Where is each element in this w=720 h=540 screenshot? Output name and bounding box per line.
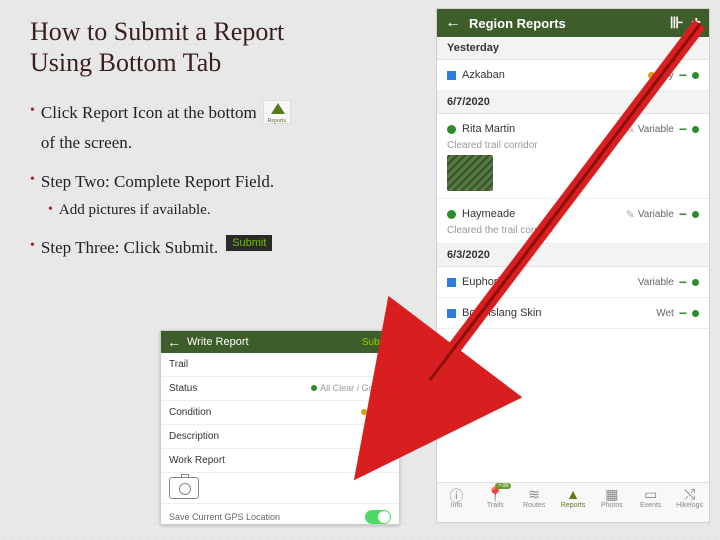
tab-trails[interactable]: +38📍Trails xyxy=(476,483,515,522)
title-line2: Using Bottom Tab xyxy=(30,48,221,77)
report-item-boomslang[interactable]: Boomslang Skin Wet− xyxy=(437,298,709,329)
chevron-right-icon: › xyxy=(388,407,391,418)
step-one: • Click Report Icon at the bottom Report… xyxy=(30,100,420,155)
status-dot-icon xyxy=(692,310,699,317)
submit-button[interactable]: Submit xyxy=(362,337,393,348)
gps-toggle-row: Save Current GPS Location xyxy=(161,504,399,530)
route-icon: ≋ xyxy=(515,486,554,502)
minus-icon: − xyxy=(679,305,687,321)
report-photo-thumb[interactable] xyxy=(447,155,493,191)
status-dot-icon xyxy=(692,279,699,286)
add-icon[interactable]: + xyxy=(692,14,701,32)
region-header: ← Region Reports ⊪ + xyxy=(437,9,709,37)
bullet-icon: • xyxy=(30,169,35,191)
region-reports-screenshot: ← Region Reports ⊪ + Yesterday Azkaban D… xyxy=(436,8,710,523)
info-icon: ⓘ xyxy=(437,486,476,502)
reports-icon: ▲ xyxy=(554,486,593,502)
status-dot-icon xyxy=(648,72,655,79)
tab-routes[interactable]: ≋Routes xyxy=(515,483,554,522)
write-report-screenshot: ← Write Report Submit Trail › Status All… xyxy=(160,330,400,525)
title-line1: How to Submit a Report xyxy=(30,17,284,46)
brush-icon: ✎ xyxy=(626,208,635,221)
write-report-header: ← Write Report Submit xyxy=(161,331,399,353)
report-item-azkaban[interactable]: Azkaban Dry− xyxy=(437,60,709,91)
badge: +38 xyxy=(495,483,511,489)
bottom-tab-bar: ⓘInfo +38📍Trails ≋Routes ▲Reports ▦Photo… xyxy=(437,482,709,522)
step-three-text: Step Three: Click Submit. xyxy=(41,235,218,261)
tab-info[interactable]: ⓘInfo xyxy=(437,483,476,522)
tab-photos[interactable]: ▦Photos xyxy=(592,483,631,522)
trail-marker-icon xyxy=(447,210,456,219)
report-note: Cleared the trail corridor xyxy=(447,225,699,236)
report-item-rita[interactable]: Rita Martin ✎Variable− Cleared trail cor… xyxy=(437,114,709,199)
minus-icon: − xyxy=(679,206,687,222)
report-item-euphoria[interactable]: Euphoria Variable− xyxy=(437,267,709,298)
chevron-right-icon: › xyxy=(388,359,391,370)
bullet-icon: • xyxy=(48,199,53,221)
field-work-report[interactable]: Work Report No› xyxy=(161,449,399,473)
minus-icon: − xyxy=(679,67,687,83)
brush-icon: ✎ xyxy=(626,123,635,136)
camera-icon[interactable] xyxy=(169,477,199,499)
settings-sliders-icon[interactable]: ⊪ xyxy=(670,13,684,33)
tab-events[interactable]: ▭Events xyxy=(631,483,670,522)
section-date1: 6/7/2020 xyxy=(437,91,709,114)
section-date2: 6/3/2020 xyxy=(437,244,709,267)
calendar-icon: ▭ xyxy=(631,486,670,502)
tab-reports[interactable]: ▲Reports xyxy=(554,483,593,522)
write-report-title: Write Report xyxy=(187,336,362,348)
minus-icon: − xyxy=(679,274,687,290)
step-two-sub: Add pictures if available. xyxy=(59,199,211,222)
section-yesterday: Yesterday xyxy=(437,37,709,60)
status-dot-icon xyxy=(692,211,699,218)
region-title: Region Reports xyxy=(469,16,662,31)
step-two: • Step Two: Complete Report Field. • Add… xyxy=(30,169,420,221)
bullet-icon: • xyxy=(30,235,35,257)
back-arrow-icon[interactable]: ← xyxy=(445,14,461,32)
step-three: • Step Three: Click Submit. Submit xyxy=(30,235,420,261)
report-note: Cleared trail corridor xyxy=(447,140,699,151)
field-condition[interactable]: Condition Dry› xyxy=(161,401,399,425)
status-dot-icon xyxy=(692,126,699,133)
report-item-haymeade[interactable]: Haymeade ✎Variable− Cleared the trail co… xyxy=(437,199,709,244)
field-status[interactable]: Status All Clear / Good› xyxy=(161,377,399,401)
field-trail[interactable]: Trail › xyxy=(161,353,399,377)
chevron-right-icon: › xyxy=(388,431,391,442)
submit-chip: Submit xyxy=(226,235,272,251)
gps-toggle[interactable] xyxy=(365,510,391,524)
field-description[interactable]: Description › xyxy=(161,425,399,449)
minus-icon: − xyxy=(679,121,687,137)
trail-marker-icon xyxy=(447,309,456,318)
shuffle-icon: ⤭ xyxy=(670,486,709,502)
chevron-right-icon: › xyxy=(388,383,391,394)
trail-marker-icon xyxy=(447,278,456,287)
step-one-text-b: of the screen. xyxy=(41,130,132,156)
status-dot-icon xyxy=(692,72,699,79)
bullet-icon: • xyxy=(30,100,35,122)
trail-marker-icon xyxy=(447,71,456,80)
trail-marker-icon xyxy=(447,125,456,134)
chevron-right-icon: › xyxy=(388,455,391,466)
status-dot-icon xyxy=(361,409,367,415)
back-arrow-icon[interactable]: ← xyxy=(167,334,181,350)
slide-title: How to Submit a Report Using Bottom Tab xyxy=(30,16,420,78)
step-two-text: Step Two: Complete Report Field. xyxy=(41,169,274,195)
tab-hikelogs[interactable]: ⤭Hikelogs xyxy=(670,483,709,522)
status-dot-icon xyxy=(311,385,317,391)
reports-icon: Reports xyxy=(263,100,291,124)
step-one-text-a: Click Report Icon at the bottom xyxy=(41,100,257,126)
photo-icon: ▦ xyxy=(592,486,631,502)
